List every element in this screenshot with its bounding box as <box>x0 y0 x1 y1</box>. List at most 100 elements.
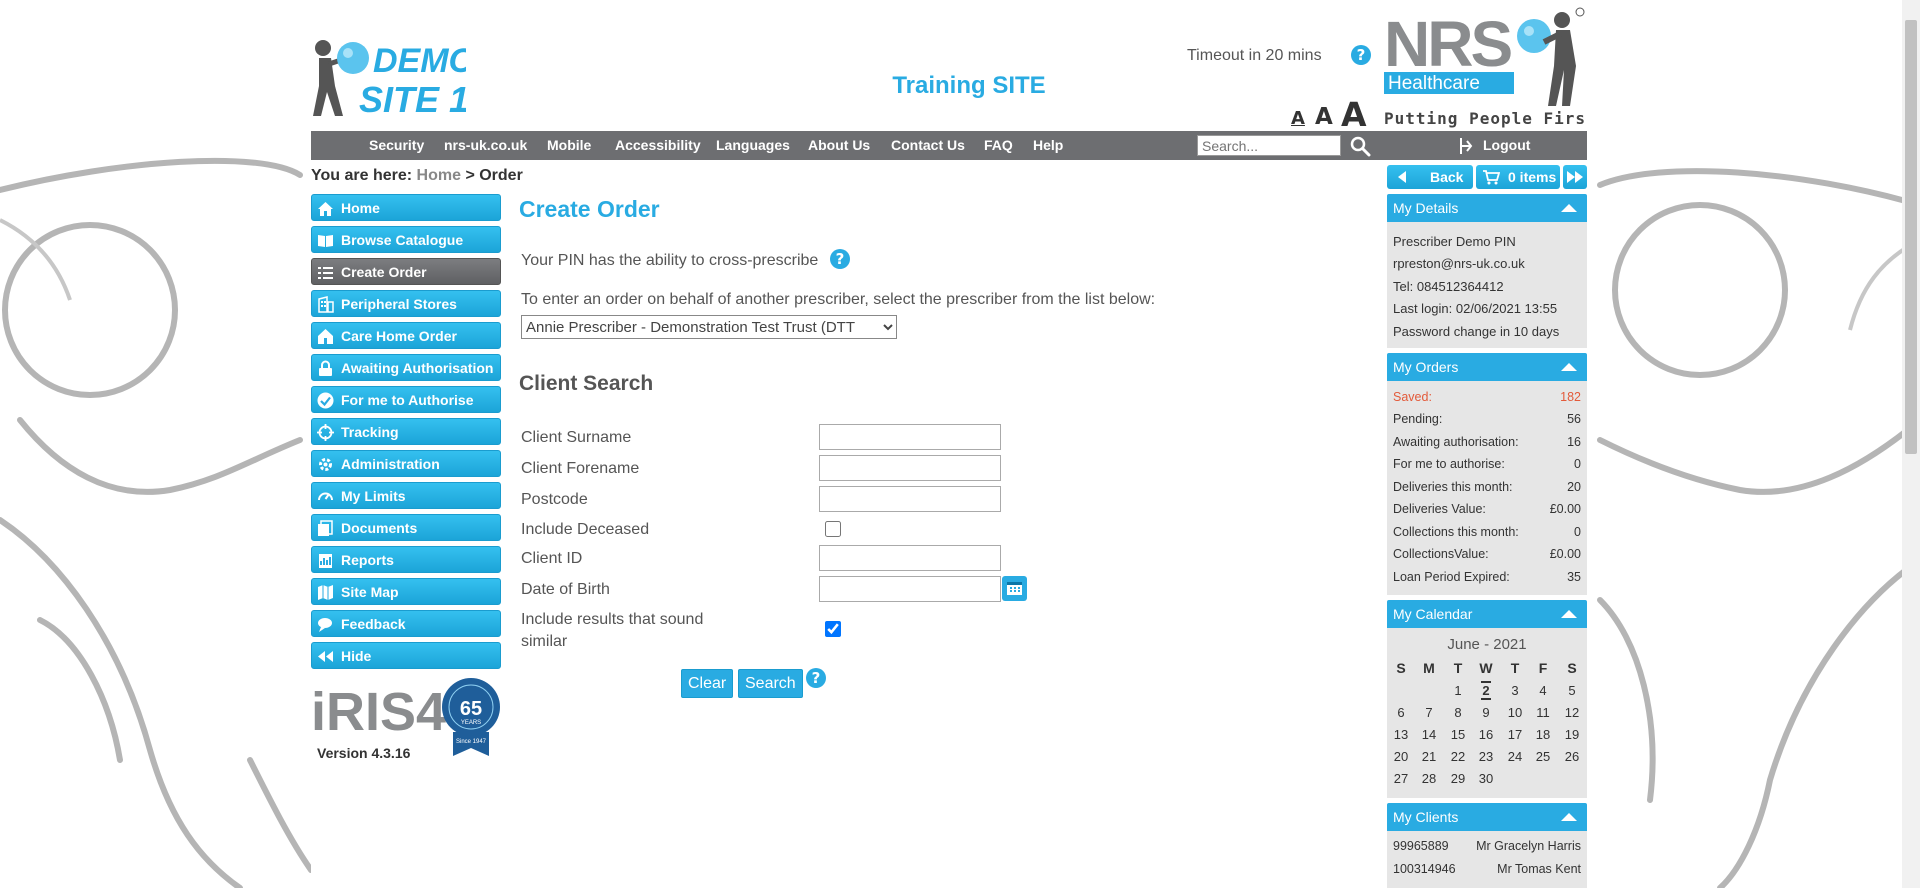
menu-item-site-map[interactable]: Site Map <box>311 578 501 605</box>
orders-row-for-me-to-authorise[interactable]: For me to authorise: 0 <box>1393 457 1581 471</box>
calendar-day[interactable]: 11 <box>1529 705 1557 720</box>
nav-help[interactable]: Help <box>1033 131 1063 160</box>
client-row[interactable]: 99965889 Mr Gracelyn Harris <box>1393 839 1581 853</box>
collapse-caret-icon[interactable] <box>1561 813 1577 821</box>
menu-item-documents[interactable]: Documents <box>311 514 501 541</box>
menu-item-administration[interactable]: Administration <box>311 450 501 477</box>
calendar-day[interactable]: 14 <box>1415 727 1443 742</box>
back-button[interactable]: Back <box>1387 165 1473 189</box>
calendar-day[interactable]: 4 <box>1529 683 1557 698</box>
orders-row-collections-value[interactable]: CollectionsValue: £0.00 <box>1393 547 1581 561</box>
my-details-header[interactable]: My Details <box>1387 194 1587 222</box>
calendar-day[interactable]: 21 <box>1415 749 1443 764</box>
collapse-caret-icon[interactable] <box>1561 204 1577 212</box>
calendar-day[interactable]: 30 <box>1472 771 1500 786</box>
calendar-day[interactable]: 28 <box>1415 771 1443 786</box>
client-row[interactable]: 100314946 Mr Tomas Kent <box>1393 862 1581 876</box>
orders-row-deliveries-value[interactable]: Deliveries Value: £0.00 <box>1393 502 1581 516</box>
site-search-input[interactable] <box>1197 135 1341 156</box>
calendar-day[interactable]: 10 <box>1501 705 1529 720</box>
my-calendar-header[interactable]: My Calendar <box>1387 600 1587 628</box>
menu-item-home[interactable]: Home <box>311 194 501 221</box>
calendar-day[interactable]: 1 <box>1444 683 1472 698</box>
calendar-day[interactable]: 8 <box>1444 705 1472 720</box>
collapse-caret-icon[interactable] <box>1561 610 1577 618</box>
search-help-icon[interactable]: ? <box>806 668 826 688</box>
include-similar-checkbox[interactable] <box>825 621 841 637</box>
cross-prescribe-help-icon[interactable]: ? <box>830 249 850 269</box>
include-deceased-checkbox[interactable] <box>825 521 841 537</box>
clear-button[interactable]: Clear <box>681 669 734 698</box>
breadcrumb-home-link[interactable]: Home <box>417 167 461 184</box>
calendar-day[interactable]: 27 <box>1387 771 1415 786</box>
menu-item-peripheral-stores[interactable]: Peripheral Stores <box>311 290 501 317</box>
search-button[interactable]: Search <box>738 669 803 698</box>
calendar-day[interactable]: 24 <box>1501 749 1529 764</box>
calendar-day[interactable]: 5 <box>1558 683 1586 698</box>
font-size-small-button[interactable]: A <box>1291 108 1305 129</box>
menu-item-care-home-order[interactable]: Care Home Order <box>311 322 501 349</box>
menu-item-awaiting-authorisation[interactable]: Awaiting Authorisation <box>311 354 501 381</box>
collapse-caret-icon[interactable] <box>1561 363 1577 371</box>
nav-about-us[interactable]: About Us <box>808 131 870 160</box>
font-size-large-button[interactable]: A <box>1341 95 1367 134</box>
menu-item-reports[interactable]: Reports <box>311 546 501 573</box>
calendar-day[interactable]: 29 <box>1444 771 1472 786</box>
my-orders-header[interactable]: My Orders <box>1387 353 1587 381</box>
menu-item-hide[interactable]: Hide <box>311 642 501 669</box>
help-icon[interactable]: ? <box>1351 45 1371 65</box>
client-forename-input[interactable] <box>819 455 1001 481</box>
calendar-day[interactable]: 16 <box>1472 727 1500 742</box>
orders-row-saved[interactable]: Saved: 182 <box>1393 390 1581 404</box>
calendar-day[interactable]: 9 <box>1472 705 1500 720</box>
calendar-day[interactable]: 12 <box>1558 705 1586 720</box>
calendar-day[interactable]: 25 <box>1529 749 1557 764</box>
date-picker-button[interactable] <box>1002 576 1027 601</box>
my-clients-header[interactable]: My Clients <box>1387 803 1587 831</box>
menu-item-my-limits[interactable]: My Limits <box>311 482 501 509</box>
calendar-day[interactable]: 3 <box>1501 683 1529 698</box>
orders-row-loan-expired[interactable]: Loan Period Expired: 35 <box>1393 570 1581 584</box>
menu-item-tracking[interactable]: Tracking <box>311 418 501 445</box>
nav-security[interactable]: Security <box>369 131 424 160</box>
calendar-day[interactable]: 26 <box>1558 749 1586 764</box>
calendar-day[interactable]: 6 <box>1387 705 1415 720</box>
logout-icon[interactable] <box>1457 136 1475 156</box>
date-of-birth-input[interactable] <box>819 576 1001 602</box>
calendar-day[interactable]: 17 <box>1501 727 1529 742</box>
calendar-day[interactable]: 7 <box>1415 705 1443 720</box>
nav-languages[interactable]: Languages <box>716 131 790 160</box>
nav-contact-us[interactable]: Contact Us <box>891 131 965 160</box>
scrollbar-thumb[interactable] <box>1905 20 1917 454</box>
search-icon[interactable] <box>1349 135 1371 157</box>
menu-item-for-me-to-authorise[interactable]: For me to Authorise <box>311 386 501 413</box>
orders-row-deliveries-month[interactable]: Deliveries this month: 20 <box>1393 480 1581 494</box>
orders-row-awaiting-authorisation[interactable]: Awaiting authorisation: 16 <box>1393 435 1581 449</box>
calendar-day[interactable]: 15 <box>1444 727 1472 742</box>
postcode-input[interactable] <box>819 486 1001 512</box>
calendar-day-today[interactable]: 2 <box>1472 681 1500 700</box>
client-surname-input[interactable] <box>819 424 1001 450</box>
prescriber-select[interactable]: Annie Prescriber - Demonstration Test Tr… <box>521 315 897 339</box>
nav-mobile[interactable]: Mobile <box>547 131 591 160</box>
client-id-input[interactable] <box>819 545 1001 571</box>
menu-item-create-order[interactable]: Create Order <box>311 258 501 285</box>
page-scrollbar[interactable] <box>1902 0 1920 888</box>
nav-nrs-website[interactable]: nrs-uk.co.uk <box>444 131 527 160</box>
forward-button[interactable] <box>1563 165 1587 189</box>
calendar-day[interactable]: 18 <box>1529 727 1557 742</box>
orders-row-collections-month[interactable]: Collections this month: 0 <box>1393 525 1581 539</box>
calendar-day[interactable]: 22 <box>1444 749 1472 764</box>
basket-button[interactable]: 0 items <box>1476 165 1560 189</box>
nav-faq[interactable]: FAQ <box>984 131 1013 160</box>
font-size-medium-button[interactable]: A <box>1315 104 1333 130</box>
calendar-day[interactable]: 13 <box>1387 727 1415 742</box>
menu-item-feedback[interactable]: Feedback <box>311 610 501 637</box>
menu-item-browse-catalogue[interactable]: Browse Catalogue <box>311 226 501 253</box>
calendar-day[interactable]: 23 <box>1472 749 1500 764</box>
nav-accessibility[interactable]: Accessibility <box>615 131 701 160</box>
orders-row-pending[interactable]: Pending: 56 <box>1393 412 1581 426</box>
logout-button[interactable]: Logout <box>1483 131 1530 160</box>
calendar-day[interactable]: 20 <box>1387 749 1415 764</box>
calendar-day[interactable]: 19 <box>1558 727 1586 742</box>
